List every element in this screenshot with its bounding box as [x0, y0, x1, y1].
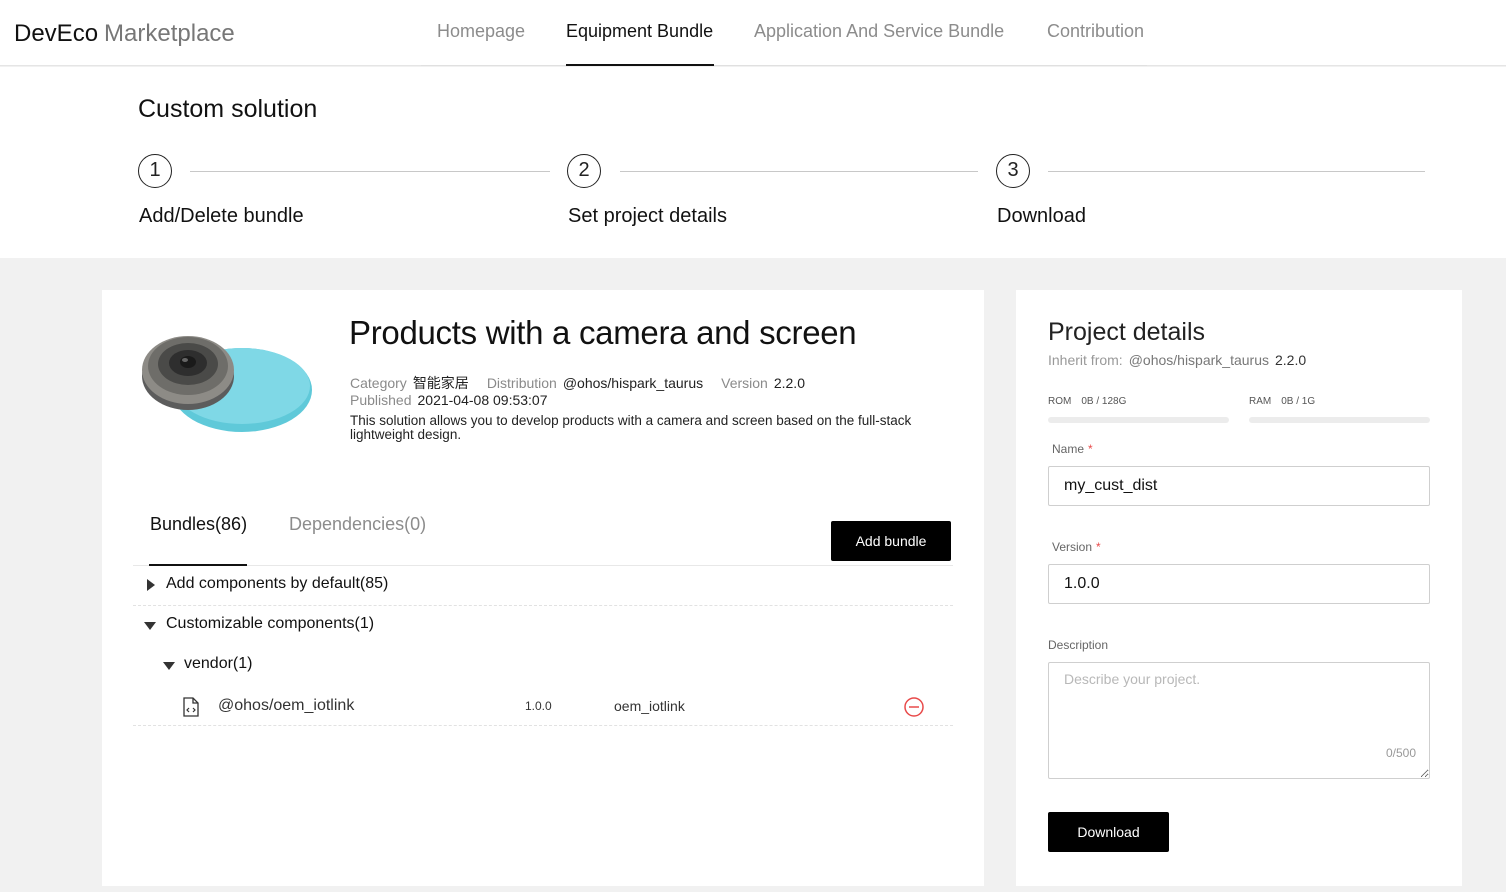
inherit-version: 2.2.0 — [1275, 352, 1307, 368]
solution-card: Products with a camera and screen Catego… — [102, 290, 984, 886]
component-version: 1.0.0 — [525, 699, 552, 713]
component-row: @ohos/oem_iotlink 1.0.0 oem_iotlink — [133, 686, 953, 726]
version-value: 2.2.0 — [773, 375, 805, 391]
logo-main: DevEco — [14, 20, 99, 47]
name-input[interactable] — [1048, 466, 1430, 506]
distribution-label: Distribution — [486, 375, 557, 391]
logo[interactable]: DevEco Marketplace — [14, 20, 235, 48]
nav-equipment-bundle[interactable]: Equipment Bundle — [566, 21, 713, 42]
tree-group-vendor[interactable]: vendor(1) — [133, 646, 953, 686]
step-2-circle: 2 — [567, 154, 601, 188]
logo-sub: Marketplace — [104, 20, 235, 47]
published-value: 2021-04-08 09:53:07 — [417, 392, 548, 408]
step-connector-3 — [1048, 171, 1425, 172]
distribution-value: @ohos/hispark_taurus — [562, 375, 704, 391]
published-label: Published — [350, 392, 412, 408]
tab-bundles[interactable]: Bundles(86) — [150, 514, 247, 535]
remove-circle-icon[interactable] — [903, 696, 925, 718]
caret-down-icon[interactable] — [144, 622, 156, 630]
tab-dependencies[interactable]: Dependencies(0) — [289, 514, 426, 535]
rom-progress — [1048, 417, 1229, 423]
ram-label: RAM — [1249, 396, 1272, 407]
published-row: Published 2021-04-08 09:53:07 — [350, 392, 548, 408]
category-label: Category — [350, 375, 407, 391]
inherit-label: Inherit from: — [1048, 352, 1123, 368]
inherit-row: Inherit from: @ohos/hispark_taurus 2.2.0 — [1048, 352, 1306, 368]
product-description: This solution allows you to develop prod… — [350, 413, 912, 442]
step-1-label: Add/Delete bundle — [139, 205, 304, 227]
step-2-label: Set project details — [568, 205, 727, 227]
name-field-label: Name * — [1052, 442, 1093, 456]
nav-homepage[interactable]: Homepage — [437, 21, 525, 42]
description-counter: 0/500 — [1386, 746, 1417, 760]
main-nav: Homepage Equipment Bundle Application An… — [421, 0, 1147, 66]
rom-label: ROM — [1048, 396, 1072, 407]
description-field-label: Description — [1048, 638, 1109, 652]
nav-active-indicator — [566, 64, 714, 66]
product-title: Products with a camera and screen — [349, 314, 857, 351]
component-id: oem_iotlink — [614, 698, 685, 714]
project-details-title: Project details — [1048, 318, 1206, 346]
description-textarea[interactable] — [1048, 662, 1430, 779]
steps-section: Custom solution 1 Add/Delete bundle 2 Se… — [0, 67, 1506, 258]
tree-group-vendor-label: vendor(1) — [184, 655, 253, 672]
version-input[interactable] — [1048, 564, 1430, 604]
project-details-card: Project details Inherit from: @ohos/hispa… — [1016, 290, 1462, 886]
component-name[interactable]: @ohos/oem_iotlink — [218, 697, 354, 715]
tree-group-custom[interactable]: Customizable components(1) — [133, 606, 953, 646]
version-label: Version — [721, 375, 768, 391]
category-value: 智能家居 — [412, 375, 469, 391]
page-title: Custom solution — [138, 95, 318, 123]
ram-usage: RAM 0B / 1G — [1249, 396, 1315, 407]
step-3-label: Download — [997, 205, 1086, 227]
top-bar: DevEco Marketplace Homepage Equipment Bun… — [0, 0, 1506, 66]
rom-value: 0B / 128G — [1081, 396, 1127, 407]
nav-contribution[interactable]: Contribution — [1047, 21, 1144, 42]
tree-group-default-label: Add components by default(85) — [166, 575, 389, 592]
step-connector-1 — [190, 171, 550, 172]
product-image — [142, 336, 312, 432]
version-field-label: Version * — [1052, 540, 1101, 554]
file-code-icon — [183, 697, 199, 717]
bundle-tabs: Bundles(86) Dependencies(0) — [133, 510, 953, 566]
nav-application-service-bundle[interactable]: Application And Service Bundle — [754, 21, 1004, 42]
rom-usage: ROM 0B / 128G — [1048, 396, 1126, 407]
nav-divider — [421, 65, 1147, 66]
caret-down-icon[interactable] — [163, 662, 175, 670]
add-bundle-button[interactable]: Add bundle — [831, 521, 951, 561]
product-meta-row: Category 智能家居 Distribution @ohos/hispark_ta… — [350, 373, 805, 393]
ram-value: 0B / 1G — [1281, 396, 1316, 407]
step-3-circle: 3 — [996, 154, 1030, 188]
download-button[interactable]: Download — [1048, 812, 1169, 852]
tree-group-custom-label: Customizable components(1) — [166, 615, 375, 632]
ram-progress — [1249, 417, 1430, 423]
caret-right-icon[interactable] — [147, 579, 155, 591]
step-1-circle: 1 — [138, 154, 172, 188]
step-connector-2 — [620, 171, 978, 172]
tree-group-default[interactable]: Add components by default(85) — [133, 566, 953, 606]
inherit-value: @ohos/hispark_taurus — [1128, 352, 1269, 368]
